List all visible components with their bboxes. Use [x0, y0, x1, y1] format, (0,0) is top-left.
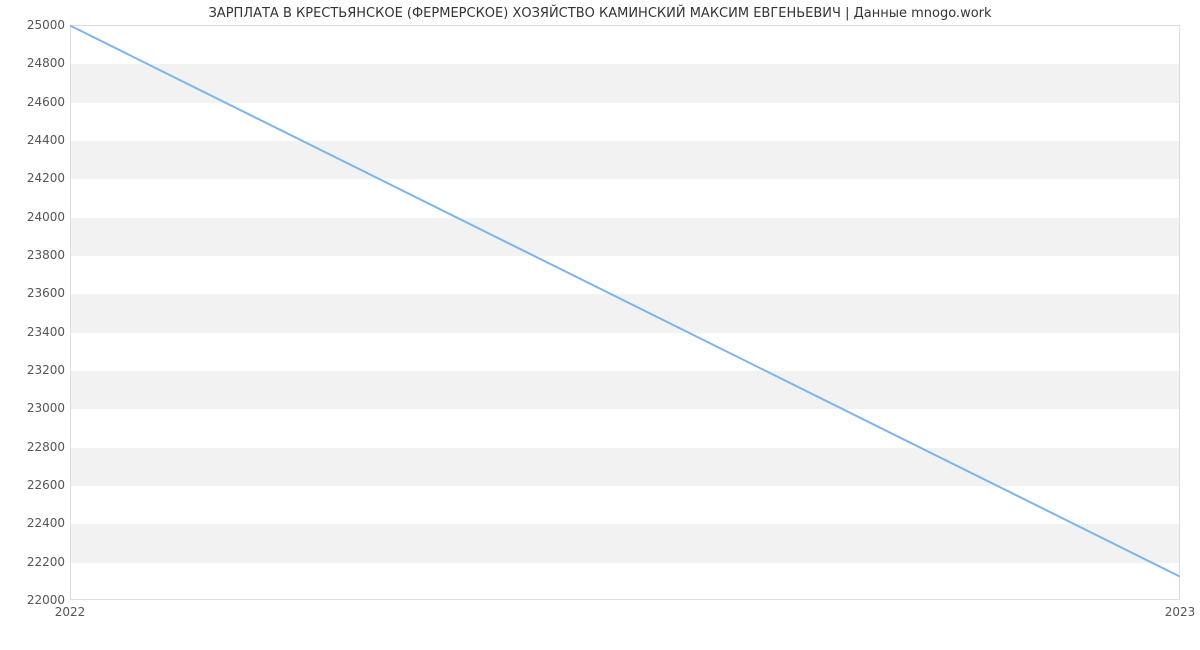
y-tick-label: 24400 — [5, 133, 65, 147]
chart-title: ЗАРПЛАТА В КРЕСТЬЯНСКОЕ (ФЕРМЕРСКОЕ) ХОЗ… — [0, 6, 1200, 21]
line-layer — [71, 26, 1179, 599]
y-tick-label: 24600 — [5, 95, 65, 109]
y-tick-label: 22200 — [5, 555, 65, 569]
y-tick-label: 23000 — [5, 401, 65, 415]
y-tick-label: 24200 — [5, 171, 65, 185]
x-tick-label: 2022 — [55, 605, 86, 619]
y-tick-label: 22800 — [5, 440, 65, 454]
y-tick-label: 23800 — [5, 248, 65, 262]
y-tick-label: 23200 — [5, 363, 65, 377]
x-tick-label: 2023 — [1165, 605, 1196, 619]
plot-area — [70, 25, 1180, 600]
y-tick-label: 22600 — [5, 478, 65, 492]
series-line — [71, 26, 1179, 576]
chart-container: ЗАРПЛАТА В КРЕСТЬЯНСКОЕ (ФЕРМЕРСКОЕ) ХОЗ… — [0, 0, 1200, 650]
y-tick-label: 22400 — [5, 516, 65, 530]
y-tick-label: 23600 — [5, 286, 65, 300]
y-tick-label: 24800 — [5, 56, 65, 70]
y-tick-label: 23400 — [5, 325, 65, 339]
y-tick-label: 25000 — [5, 18, 65, 32]
y-tick-label: 24000 — [5, 210, 65, 224]
